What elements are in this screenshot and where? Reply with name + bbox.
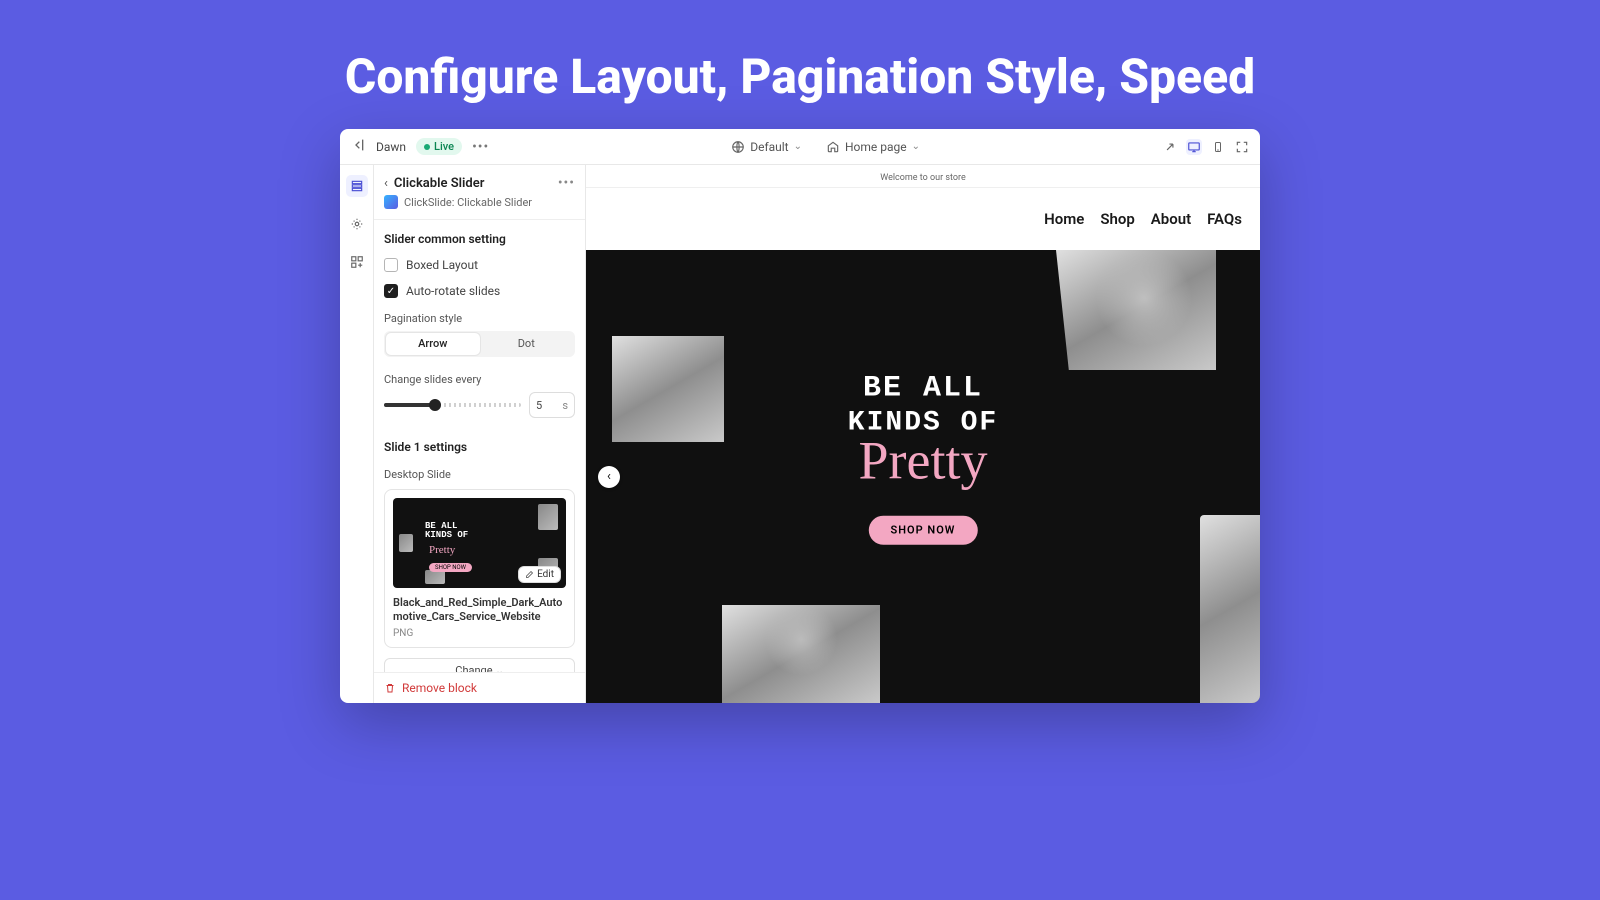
boxed-layout-checkbox[interactable] <box>384 258 398 272</box>
store-nav-shop[interactable]: Shop <box>1100 210 1134 228</box>
prev-slide-button[interactable]: ‹ <box>598 466 620 488</box>
store-announcement-bar: Welcome to our store <box>586 169 1260 188</box>
chevron-down-icon: ⌄ <box>912 141 920 152</box>
hero-text: BE ALL KINDS OF Pretty SHOP NOW <box>848 372 998 545</box>
pagination-arrow-option[interactable]: Arrow <box>386 333 480 355</box>
exit-icon[interactable] <box>350 137 366 156</box>
app-icon <box>384 195 398 209</box>
pagination-style-label: Pagination style <box>374 304 585 329</box>
template-selector[interactable]: Default ⌄ <box>731 140 802 154</box>
fullscreen-view-icon[interactable] <box>1234 139 1250 155</box>
app-link-label: ClickSlide: Clickable Slider <box>404 196 532 209</box>
app-window: Dawn Live ••• Default ⌄ Home page ⌄ <box>340 129 1260 703</box>
pagination-segmented-control: Arrow Dot <box>384 331 575 357</box>
desktop-slide-label: Desktop Slide <box>374 460 585 485</box>
slide-file-name: Black_and_Red_Simple_Dark_Automotive_Car… <box>393 596 566 624</box>
autorotate-label: Auto-rotate slides <box>406 284 500 298</box>
hero-slide: ‹ BE ALL KINDS OF Pretty SHOP NOW <box>586 250 1260 703</box>
live-badge: Live <box>416 138 462 155</box>
hero-photo <box>1056 250 1216 370</box>
live-dot-icon <box>424 144 430 150</box>
interval-unit: s <box>562 399 568 412</box>
page-selector[interactable]: Home page ⌄ <box>826 140 920 154</box>
shop-now-button[interactable]: SHOP NOW <box>869 516 978 545</box>
trash-icon <box>384 682 396 694</box>
marketing-headline: Configure Layout, Pagination Style, Spee… <box>0 0 1600 129</box>
edit-image-button[interactable]: Edit <box>519 567 560 582</box>
more-icon[interactable]: ••• <box>472 139 489 155</box>
store-nav: Home Shop About FAQs <box>586 188 1260 250</box>
common-settings-heading: Slider common setting <box>374 220 585 252</box>
theme-name: Dawn <box>376 140 406 154</box>
slide1-heading: Slide 1 settings <box>374 428 585 460</box>
hero-line-3: Pretty <box>848 437 998 486</box>
hero-line-1: BE ALL <box>848 372 998 406</box>
desktop-view-icon[interactable] <box>1186 139 1202 155</box>
slider-thumb-icon[interactable] <box>429 399 441 411</box>
change-every-label: Change slides every <box>374 365 585 390</box>
preview-canvas: Welcome to our store Home Shop About FAQ… <box>586 165 1260 703</box>
mobile-view-icon[interactable] <box>1210 139 1226 155</box>
change-image-button[interactable]: Change ⌄ <box>384 658 575 673</box>
slide-image-card: BE ALLKINDS OF Pretty SHOP NOW Edit Blac… <box>384 489 575 648</box>
interval-value: 5 <box>536 399 542 412</box>
autorotate-checkbox[interactable]: ✓ <box>384 284 398 298</box>
editor-toolbar: Dawn Live ••• Default ⌄ Home page ⌄ <box>340 129 1260 165</box>
theme-settings-rail-icon[interactable] <box>346 213 368 235</box>
app-embeds-rail-icon[interactable] <box>346 251 368 273</box>
hero-photo <box>1200 515 1260 703</box>
slider-fill <box>384 403 435 407</box>
interval-input[interactable]: 5 s <box>529 392 575 418</box>
mini-photo <box>425 570 445 584</box>
slide-image-preview[interactable]: BE ALLKINDS OF Pretty SHOP NOW Edit <box>393 498 566 588</box>
store-nav-about[interactable]: About <box>1151 210 1191 228</box>
panel-title: Clickable Slider <box>394 176 558 191</box>
store-nav-faqs[interactable]: FAQs <box>1207 210 1242 228</box>
sections-rail-icon[interactable] <box>346 175 368 197</box>
mini-photo <box>399 534 413 552</box>
pagination-dot-option[interactable]: Dot <box>480 333 574 355</box>
settings-panel: ‹ Clickable Slider ••• ClickSlide: Click… <box>374 165 586 703</box>
left-icon-rail <box>340 165 374 703</box>
hero-photo <box>722 605 880 703</box>
panel-more-icon[interactable]: ••• <box>558 175 575 191</box>
app-attribution[interactable]: ClickSlide: Clickable Slider <box>374 195 585 220</box>
store-nav-home[interactable]: Home <box>1044 210 1084 228</box>
chevron-down-icon: ⌄ <box>794 141 802 152</box>
boxed-layout-label: Boxed Layout <box>406 258 478 272</box>
inspector-icon[interactable] <box>1162 139 1178 155</box>
interval-slider[interactable] <box>384 403 521 407</box>
slide-file-type: PNG <box>393 628 566 639</box>
hero-photo <box>612 336 724 442</box>
remove-block-button[interactable]: Remove block <box>374 672 585 703</box>
mini-photo <box>538 504 558 530</box>
back-icon[interactable]: ‹ <box>384 176 388 191</box>
